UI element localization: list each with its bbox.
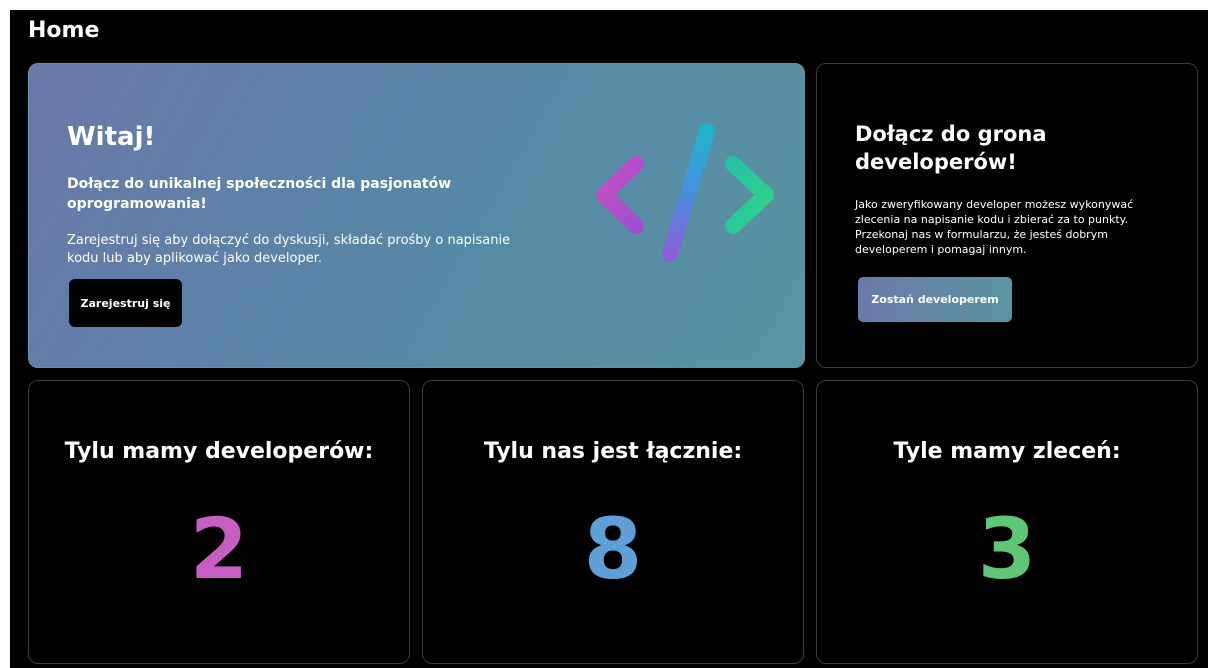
developers-count-label: Tylu mamy developerów: xyxy=(64,439,374,464)
page-title: Home xyxy=(28,18,100,43)
register-button[interactable]: Zarejestruj się xyxy=(69,279,182,327)
orders-count-label: Tyle mamy zleceń: xyxy=(893,439,1121,464)
app-frame: Home Witaj! Dołącz do unikalnej społeczn… xyxy=(10,10,1208,668)
welcome-card: Witaj! Dołącz do unikalnej społeczności … xyxy=(28,63,805,368)
join-developers-card: Dołącz do grona developerów! Jako zweryf… xyxy=(816,63,1198,368)
developers-count-card: Tylu mamy developerów: 2 xyxy=(28,380,410,664)
users-count-value: 8 xyxy=(583,500,643,598)
developers-count-value: 2 xyxy=(189,500,249,598)
code-icon xyxy=(596,123,774,262)
orders-count-card: Tyle mamy zleceń: 3 xyxy=(816,380,1198,664)
users-count-card: Tylu nas jest łącznie: 8 xyxy=(422,380,804,664)
orders-count-value: 3 xyxy=(977,500,1037,598)
join-title: Dołącz do grona developerów! xyxy=(855,122,1047,174)
welcome-title: Witaj! xyxy=(67,122,156,152)
join-text: Jako zweryfikowany developer możesz wyko… xyxy=(855,198,1134,256)
welcome-text: Zarejestruj się aby dołączyć do dyskusji… xyxy=(67,233,511,266)
users-count-label: Tylu nas jest łącznie: xyxy=(483,439,743,464)
become-developer-button[interactable]: Zostań developerem xyxy=(858,277,1012,322)
welcome-subtitle: Dołącz do unikalnej społeczności dla pas… xyxy=(67,176,452,212)
